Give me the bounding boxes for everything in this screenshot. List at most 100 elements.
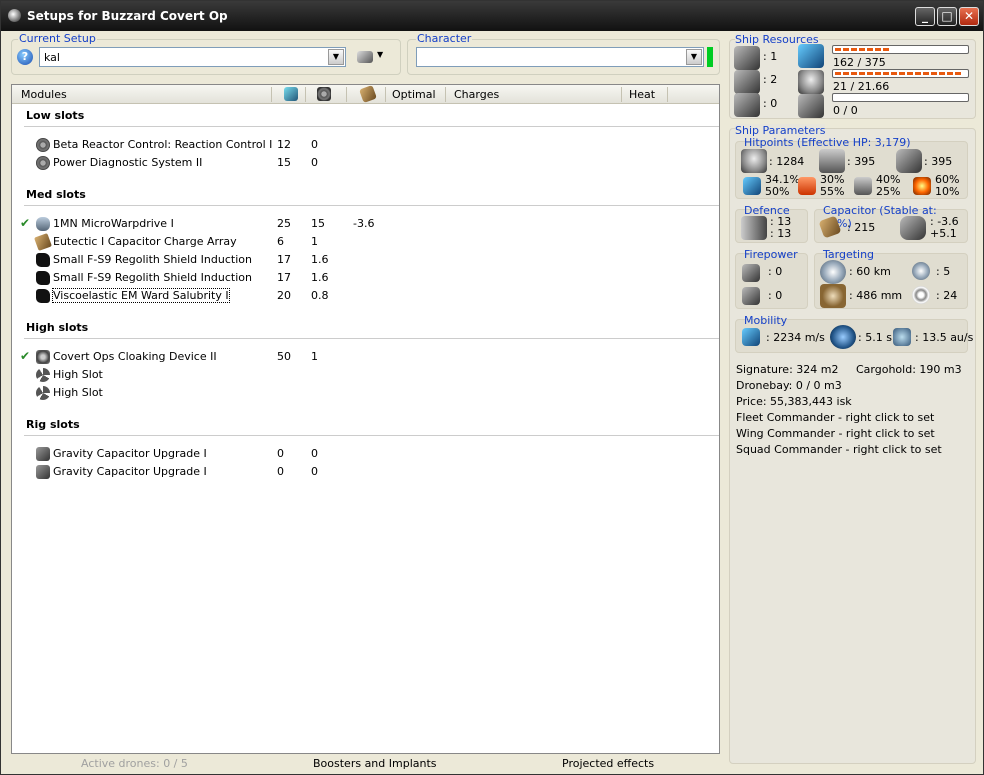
firepower-title: Firepower — [744, 248, 798, 261]
active-check-icon[interactable]: ✔ — [20, 349, 30, 363]
module-name: Small F-S9 Regolith Shield Induction — [53, 253, 252, 266]
status-indicator — [707, 47, 713, 67]
module-row[interactable]: Power Diagnostic System II 15 0 — [12, 154, 719, 172]
col-heat[interactable]: Heat — [629, 88, 655, 101]
maximize-button[interactable]: □ — [937, 7, 957, 26]
col-charges[interactable]: Charges — [454, 88, 499, 101]
explosive-resist-icon — [913, 177, 931, 195]
scan-resolution-icon — [820, 284, 846, 308]
powergrid-icon — [798, 70, 824, 94]
rig-icon — [36, 447, 50, 461]
powergrid-bar — [832, 69, 969, 78]
drone-count: : 0 — [763, 97, 778, 110]
cpu-bar — [832, 45, 969, 54]
sensor-strength: : 24 — [936, 289, 958, 302]
warp-speed-icon — [893, 328, 911, 346]
firepower-value-2: : 0 — [768, 289, 783, 302]
drone-bay-text: 0 / 0 — [833, 104, 858, 117]
module-name: High Slot — [53, 386, 103, 399]
minimize-button[interactable]: _ — [915, 7, 935, 26]
module-row[interactable]: Viscoelastic EM Ward Salubrity I 20 0.8 — [12, 287, 719, 305]
cpu-column-icon[interactable] — [284, 87, 298, 101]
chevron-down-icon[interactable]: ▼ — [686, 49, 702, 65]
cpu-bar-fill — [835, 48, 891, 51]
col-optimal[interactable]: Optimal — [392, 88, 436, 101]
fleet-commander[interactable]: Fleet Commander - right click to set — [736, 411, 934, 424]
module-row[interactable]: Small F-S9 Regolith Shield Induction 17 … — [12, 251, 719, 269]
gear-icon — [36, 156, 50, 170]
module-row[interactable]: High Slot — [12, 384, 719, 402]
module-row[interactable]: Gravity Capacitor Upgrade I 0 0 — [12, 445, 719, 463]
shield-icon — [741, 149, 767, 173]
active-check-icon[interactable]: ✔ — [20, 216, 30, 230]
module-cpu: 6 — [277, 235, 284, 248]
ship-menu-button[interactable]: ▼ — [357, 49, 385, 65]
module-name: Gravity Capacitor Upgrade I — [53, 447, 207, 460]
module-cpu: 50 — [277, 350, 291, 363]
capacitor-column-icon[interactable] — [359, 85, 377, 103]
module-cpu: 17 — [277, 253, 291, 266]
module-cpu: 15 — [277, 156, 291, 169]
drone-bay-icon — [798, 94, 824, 118]
microwarpdrive-icon — [36, 217, 50, 231]
wing-commander[interactable]: Wing Commander - right click to set — [736, 427, 935, 440]
projected-effects-tab[interactable]: Projected effects — [562, 757, 654, 770]
squad-commander[interactable]: Squad Commander - right click to set — [736, 443, 942, 456]
signature-resolution-icon — [912, 286, 930, 304]
gear-icon — [36, 138, 50, 152]
module-name: Small F-S9 Regolith Shield Induction — [53, 271, 252, 284]
status-bar: Active drones: 0 / 5 Boosters and Implan… — [11, 754, 720, 774]
modules-panel[interactable]: Modules Optimal Charges Heat Low slots B… — [11, 84, 720, 754]
module-row[interactable]: Small F-S9 Regolith Shield Induction 17 … — [12, 269, 719, 287]
empty-high-slot-icon — [36, 368, 50, 382]
targeting-range-icon — [820, 260, 846, 284]
active-drones-tab[interactable]: Active drones: 0 / 5 — [81, 757, 188, 770]
window-title: Setups for Buzzard Covert Op — [27, 9, 228, 23]
help-icon[interactable]: ? — [17, 49, 33, 65]
max-targets-icon — [912, 262, 930, 280]
module-pg: 0.8 — [311, 289, 329, 302]
kinetic-armor: 25% — [876, 185, 901, 198]
ship-parameters-box: Ship Parameters Hitpoints (Effective HP:… — [729, 124, 976, 764]
col-modules[interactable]: Modules — [21, 88, 67, 101]
module-row[interactable]: High Slot — [12, 366, 719, 384]
module-name: Covert Ops Cloaking Device II — [53, 350, 217, 363]
module-pg: 1.6 — [311, 253, 329, 266]
powergrid-column-icon[interactable] — [317, 87, 331, 101]
module-cpu: 0 — [277, 447, 284, 460]
module-row[interactable]: Gravity Capacitor Upgrade I 0 0 — [12, 463, 719, 481]
hull-icon — [896, 149, 922, 173]
ship-resources-box: Ship Resources : 1 : 2 : 0 162 / 375 21 … — [729, 33, 976, 119]
module-row[interactable]: Eutectic I Capacitor Charge Array 6 1 — [12, 233, 719, 251]
character-combo[interactable]: ▼ — [416, 47, 704, 67]
armor-icon — [819, 149, 845, 173]
close-button[interactable]: ✕ — [959, 7, 979, 26]
shield-module-icon — [36, 253, 50, 267]
module-pg: 1 — [311, 350, 318, 363]
boosters-tab[interactable]: Boosters and Implants — [313, 757, 437, 770]
turret-hardpoint-icon — [734, 46, 760, 70]
cargohold-text: Cargohold: 190 m3 — [856, 363, 962, 376]
em-resist-icon — [743, 177, 761, 195]
low-slots-title: Low slots — [26, 109, 85, 122]
module-row[interactable]: Beta Reactor Control: Reaction Control I… — [12, 136, 719, 154]
title-bar[interactable]: Setups for Buzzard Covert Op _ □ ✕ — [1, 1, 983, 31]
module-pg: 0 — [311, 156, 318, 169]
capacitor-box: Capacitor (Stable at: 62%) : 215 : -3.6 … — [814, 204, 968, 243]
max-targets: : 5 — [936, 265, 951, 278]
price-text: Price: 55,383,443 isk — [736, 395, 852, 408]
module-row[interactable]: ✔ 1MN MicroWarpdrive I 25 15 -3.6 — [12, 215, 719, 233]
targeting-title: Targeting — [823, 248, 875, 261]
chevron-down-icon[interactable]: ▼ — [328, 49, 344, 65]
drone-bay-bar — [832, 93, 969, 102]
setup-combo[interactable]: kal ▼ — [39, 47, 346, 67]
targeting-range: : 60 km — [849, 265, 891, 278]
velocity-icon — [742, 328, 760, 346]
module-pg: 1.6 — [311, 271, 329, 284]
module-name: 1MN MicroWarpdrive I — [53, 217, 174, 230]
module-row[interactable]: ✔ Covert Ops Cloaking Device II 50 1 — [12, 348, 719, 366]
armor-hp: : 395 — [847, 155, 876, 168]
defence-value-2: : 13 — [770, 227, 792, 240]
firepower-value-1: : 0 — [768, 265, 783, 278]
setup-window: Setups for Buzzard Covert Op _ □ ✕ Curre… — [0, 0, 984, 775]
